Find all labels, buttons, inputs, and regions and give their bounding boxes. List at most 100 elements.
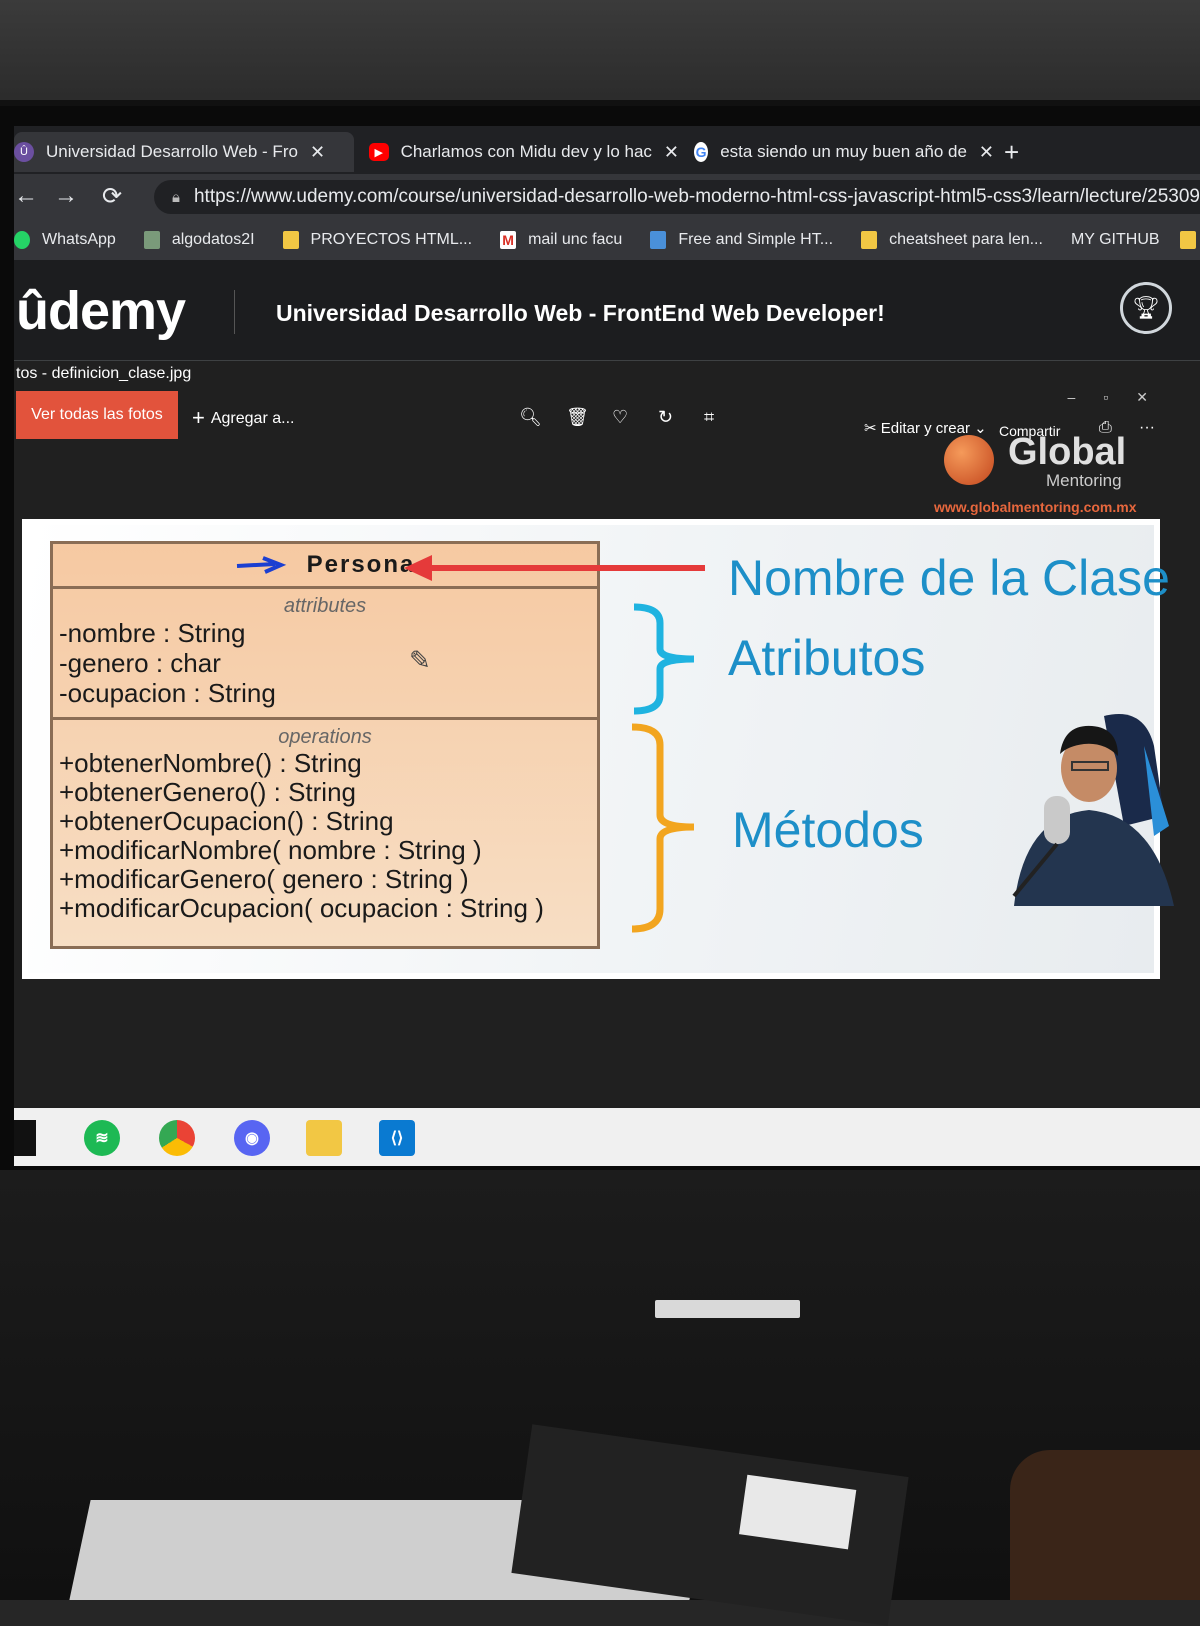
tab-google[interactable]: G esta siendo un muy buen año de ✕ (694, 132, 994, 172)
trash-icon[interactable]: 🗑︎ (566, 407, 589, 428)
udemy-header: ûdemy Universidad Desarrollo Web - Front… (14, 260, 1200, 361)
bookmark-label: algodatos2I (171, 231, 255, 248)
back-icon[interactable]: ← (14, 182, 38, 210)
bookmark-mail[interactable]: M mail unc facu (500, 231, 622, 249)
operation-row: +obtenerOcupacion() : String (59, 806, 394, 836)
tab-strip: Û Universidad Desarrollo Web - Fro ✕ ▶ C… (14, 126, 1200, 174)
globe-icon (944, 435, 994, 485)
heart-icon[interactable]: ♡ (612, 407, 628, 428)
instructor-webcam (1012, 714, 1174, 906)
operation-row: +modificarNombre( nombre : String ) (59, 835, 482, 865)
photos-viewer: tos - definicion_clase.jpg –▫✕ Ver todas… (14, 361, 1200, 1106)
bookmark-label: PROYECTOS HTML... (310, 231, 473, 248)
attributes-label: attributes (283, 595, 367, 617)
operation-row: +obtenerNombre() : String (59, 748, 362, 778)
reload-icon[interactable]: ⟳ (102, 182, 122, 211)
udemy-logo[interactable]: ûdemy (16, 280, 186, 342)
url-input[interactable]: 🔒︎ https://www.udemy.com/course/universi… (154, 180, 1200, 214)
bookmark-algodatos[interactable]: algodatos2I (143, 231, 255, 249)
url-text: https://www.udemy.com/course/universidad… (193, 186, 1200, 207)
youtube-icon: ▶ (369, 143, 389, 161)
windows-icon[interactable] (14, 1120, 36, 1156)
uml-attributes: attributes -nombre : String -genero : ch… (53, 589, 597, 720)
vscode-icon[interactable]: ⟨⟩ (379, 1120, 415, 1156)
window-controls[interactable]: –▫✕ (1068, 389, 1176, 406)
viewer-filename: tos - definicion_clase.jpg (16, 365, 192, 382)
bookmarks-bar: WhatsApp algodatos2I PROYECTOS HTML... M… (14, 220, 1200, 261)
operation-row: +obtenerGenero() : String (59, 777, 356, 807)
close-icon[interactable]: ✕ (664, 142, 679, 163)
folder-icon (1179, 231, 1196, 249)
room-background (0, 0, 1200, 110)
tab-label: Universidad Desarrollo Web - Fro (46, 142, 298, 161)
bookmark-label: MY GITHUB (1070, 231, 1160, 248)
bookmark-free-simple[interactable]: Free and Simple HT... (650, 231, 833, 249)
bookmark-icon (650, 231, 667, 249)
zoom-icon[interactable]: 🔍︎ (519, 407, 542, 428)
new-tab-button[interactable]: + (1004, 132, 1019, 172)
tab-label: Charlamos con Midu dev y lo hac (400, 142, 652, 161)
operation-row: +modificarGenero( genero : String ) (59, 864, 469, 894)
trophy-icon[interactable]: 🏆︎ (1120, 282, 1172, 334)
bookmark-proyectos-html[interactable]: PROYECTOS HTML... (282, 231, 473, 249)
chrome-icon[interactable] (159, 1120, 195, 1156)
google-icon: G (694, 142, 709, 162)
attributes-brace (633, 603, 695, 715)
folder-icon (282, 231, 299, 249)
windows-taskbar: ≋ ◉ ⟨⟩ (14, 1108, 1200, 1166)
cup (1010, 1450, 1200, 1600)
discord-icon[interactable]: ◉ (234, 1120, 270, 1156)
plus-icon: + (192, 405, 205, 430)
bookmark-label: cheatsheet para len... (889, 231, 1043, 248)
folder-icon (861, 231, 878, 249)
address-bar-row: ← → ⟳ 🔒︎ https://www.udemy.com/course/un… (14, 174, 1200, 220)
logo-sub: Mentoring (1046, 471, 1122, 490)
tab-youtube[interactable]: ▶ Charlamos con Midu dev y lo hac ✕ (369, 132, 679, 172)
rotate-icon[interactable]: ↻ (658, 407, 673, 428)
forward-icon[interactable]: → (54, 182, 78, 210)
operations-label: operations (278, 726, 372, 748)
monitor: Û Universidad Desarrollo Web - Fro ✕ ▶ C… (0, 100, 1200, 1186)
whatsapp-icon (14, 231, 30, 249)
edit-icon: ✂ (864, 420, 881, 437)
bookmark-label: mail unc facu (528, 231, 623, 248)
attribute-row: -ocupacion : String (59, 678, 276, 708)
bookmark-my-github[interactable]: MY GITHUB (1071, 231, 1200, 249)
lock-icon: 🔒︎ (172, 188, 180, 206)
methods-brace (631, 723, 695, 933)
operation-row: +modificarOcupacion( ocupacion : String … (59, 893, 544, 923)
more-icon[interactable]: ··· (1139, 419, 1155, 437)
udemy-icon: Û (14, 142, 34, 162)
crop-icon[interactable]: ⌗ (704, 407, 714, 428)
tab-udemy[interactable]: Û Universidad Desarrollo Web - Fro ✕ (14, 132, 354, 172)
label-class-name: Nombre de la Clase (728, 550, 1170, 606)
agregar-label: Agregar a... (210, 410, 295, 427)
screen: Û Universidad Desarrollo Web - Fro ✕ ▶ C… (14, 126, 1200, 1166)
uml-class-diagram: Persona attributes -nombre : String -gen… (50, 541, 600, 949)
bookmark-label: WhatsApp (42, 231, 116, 248)
bag-label (739, 1474, 857, 1550)
attribute-row: -genero : char (59, 648, 221, 678)
bookmark-cheatsheet[interactable]: cheatsheet para len... (861, 231, 1043, 249)
global-mentoring-logo: Global Mentoring www.globalmentoring.com… (934, 431, 1137, 521)
slide-image: Persona attributes -nombre : String -gen… (22, 519, 1170, 979)
spotify-icon[interactable]: ≋ (84, 1120, 120, 1156)
bookmark-whatsapp[interactable]: WhatsApp (14, 231, 116, 249)
close-icon[interactable]: ✕ (979, 142, 994, 163)
file-explorer-icon[interactable] (306, 1120, 342, 1156)
ver-todas-button[interactable]: Ver todas las fotos (16, 391, 178, 439)
logo-word: Global (1008, 431, 1127, 473)
pencil-icon: ✎ (409, 645, 431, 675)
gmail-icon: M (500, 231, 517, 249)
bookmark-label: Free and Simple HT... (678, 231, 834, 248)
tab-label: esta siendo un muy buen año de (720, 142, 967, 161)
bookmark-icon (143, 231, 160, 249)
uml-operations: operations +obtenerNombre() : String +ob… (53, 720, 597, 923)
label-attributes: Atributos (728, 630, 926, 686)
close-icon[interactable]: ✕ (310, 142, 325, 163)
uml-class-name: Persona (306, 551, 416, 578)
label-methods: Métodos (732, 802, 924, 858)
divider (234, 290, 235, 334)
course-title[interactable]: Universidad Desarrollo Web - FrontEnd We… (276, 300, 885, 327)
agregar-button[interactable]: + Agregar a... (192, 405, 294, 431)
